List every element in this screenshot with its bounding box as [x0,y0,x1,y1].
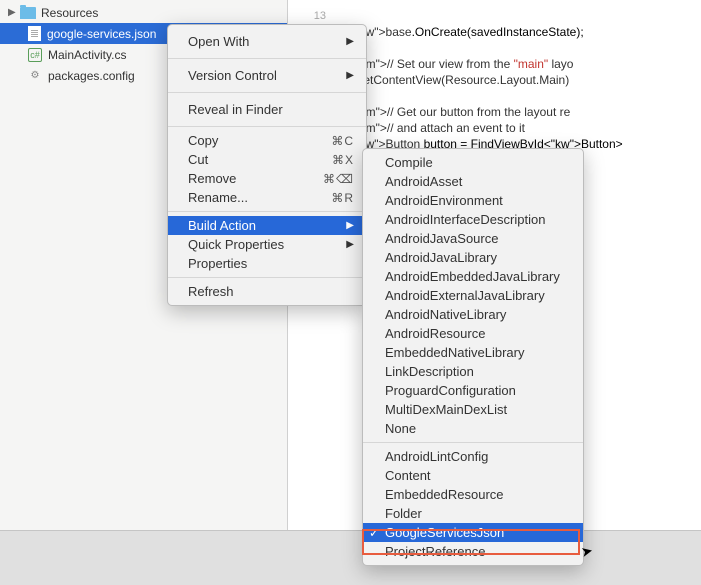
submenu-item-label: EmbeddedNativeLibrary [385,345,524,360]
submenu-item-label: AndroidExternalJavaLibrary [385,288,545,303]
config-file-icon: ⚙ [28,69,42,83]
menu-item-quick-properties[interactable]: Quick Properties ▶ [168,235,366,254]
menu-item-label: Cut [188,152,208,167]
menu-separator [168,92,366,93]
shortcut-label: ⌘C [331,134,354,148]
menu-item-rename-[interactable]: Rename... ⌘R [168,188,366,207]
submenu-item-label: AndroidLintConfig [385,449,488,464]
menu-item-build-action[interactable]: Build Action ▶ [168,216,366,235]
submenu-item-label: AndroidJavaLibrary [385,250,497,265]
submenu-item-label: EmbeddedResource [385,487,504,502]
build-action-androidinterfacedescription[interactable]: AndroidInterfaceDescription [363,210,583,229]
build-action-linkdescription[interactable]: LinkDescription [363,362,583,381]
menu-item-label: Properties [188,256,247,271]
build-action-none[interactable]: None [363,419,583,438]
menu-item-open-with[interactable]: Open With ▶ [168,29,366,54]
submenu-item-label: Compile [385,155,433,170]
submenu-item-label: ProjectReference [385,544,485,559]
menu-separator [168,211,366,212]
checkmark-icon: ✓ [369,526,379,540]
submenu-item-label: AndroidEmbeddedJavaLibrary [385,269,560,284]
menu-item-label: Refresh [188,284,234,299]
menu-item-version-control[interactable]: Version Control ▶ [168,63,366,88]
submenu-item-label: AndroidJavaSource [385,231,498,246]
menu-item-label: Version Control [188,68,277,83]
submenu-item-label: AndroidResource [385,326,485,341]
submenu-item-label: Content [385,468,431,483]
submenu-item-label: LinkDescription [385,364,474,379]
build-action-androidlintconfig[interactable]: AndroidLintConfig [363,447,583,466]
line-number: 13 [288,8,342,24]
build-action-content[interactable]: Content [363,466,583,485]
submenu-arrow-icon: ▶ [346,220,354,231]
build-action-proguardconfiguration[interactable]: ProguardConfiguration [363,381,583,400]
code-line: 13 [288,8,701,24]
submenu-item-label: AndroidEnvironment [385,193,503,208]
build-action-submenu: Compile AndroidAsset AndroidEnvironment And… [362,148,584,566]
disclosure-triangle-icon[interactable]: ▶ [8,7,18,18]
submenu-arrow-icon: ▶ [346,239,354,250]
menu-item-label: Copy [188,133,218,148]
menu-item-label: Rename... [188,190,248,205]
file-label: MainActivity.cs [48,48,126,62]
build-action-androidembeddedjavalibrary[interactable]: AndroidEmbeddedJavaLibrary [363,267,583,286]
build-action-compile[interactable]: Compile [363,153,583,172]
menu-separator [168,126,366,127]
build-action-androidenvironment[interactable]: AndroidEnvironment [363,191,583,210]
menu-separator [363,442,583,443]
file-icon [28,26,41,41]
shortcut-label: ⌘R [331,191,354,205]
context-menu: Open With ▶ Version Control ▶ Reveal in Find… [167,24,367,306]
submenu-arrow-icon: ▶ [346,70,354,81]
submenu-item-label: MultiDexMainDexList [385,402,507,417]
build-action-multidexmaindexlist[interactable]: MultiDexMainDexList [363,400,583,419]
build-action-androidresource[interactable]: AndroidResource [363,324,583,343]
menu-item-label: Build Action [188,218,256,233]
build-action-googleservicesjson[interactable]: ✓ GoogleServicesJson [363,523,583,542]
submenu-item-label: GoogleServicesJson [385,525,504,540]
submenu-item-label: AndroidInterfaceDescription [385,212,545,227]
build-action-folder[interactable]: Folder [363,504,583,523]
menu-item-reveal-in-finder[interactable]: Reveal in Finder [168,97,366,122]
status-bar [0,530,701,585]
folder-icon [20,7,36,19]
submenu-item-label: AndroidAsset [385,174,462,189]
menu-item-label: Remove [188,171,236,186]
build-action-androidnativelibrary[interactable]: AndroidNativeLibrary [363,305,583,324]
submenu-item-label: ProguardConfiguration [385,383,516,398]
build-action-embeddedresource[interactable]: EmbeddedResource [363,485,583,504]
menu-separator [168,58,366,59]
build-action-androidjavalibrary[interactable]: AndroidJavaLibrary [363,248,583,267]
menu-separator [168,277,366,278]
file-label: google-services.json [47,27,156,41]
menu-item-label: Quick Properties [188,237,284,252]
submenu-item-label: None [385,421,416,436]
menu-item-refresh[interactable]: Refresh [168,282,366,301]
menu-item-label: Reveal in Finder [188,102,283,117]
menu-item-remove[interactable]: Remove ⌘⌫ [168,169,366,188]
submenu-item-label: AndroidNativeLibrary [385,307,506,322]
folder-resources[interactable]: ▶ Resources [0,2,287,23]
menu-item-properties[interactable]: Properties [168,254,366,273]
shortcut-label: ⌘X [332,153,354,167]
menu-item-cut[interactable]: Cut ⌘X [168,150,366,169]
file-label: packages.config [48,69,135,83]
menu-item-label: Open With [188,34,249,49]
submenu-item-label: Folder [385,506,422,521]
build-action-androidexternaljavalibrary[interactable]: AndroidExternalJavaLibrary [363,286,583,305]
submenu-arrow-icon: ▶ [346,36,354,47]
csharp-file-icon: c# [28,48,42,62]
folder-label: Resources [41,6,98,20]
build-action-androidasset[interactable]: AndroidAsset [363,172,583,191]
menu-item-copy[interactable]: Copy ⌘C [168,131,366,150]
build-action-projectreference[interactable]: ProjectReference [363,542,583,561]
shortcut-label: ⌘⌫ [323,172,354,186]
build-action-androidjavasource[interactable]: AndroidJavaSource [363,229,583,248]
build-action-embeddednativelibrary[interactable]: EmbeddedNativeLibrary [363,343,583,362]
